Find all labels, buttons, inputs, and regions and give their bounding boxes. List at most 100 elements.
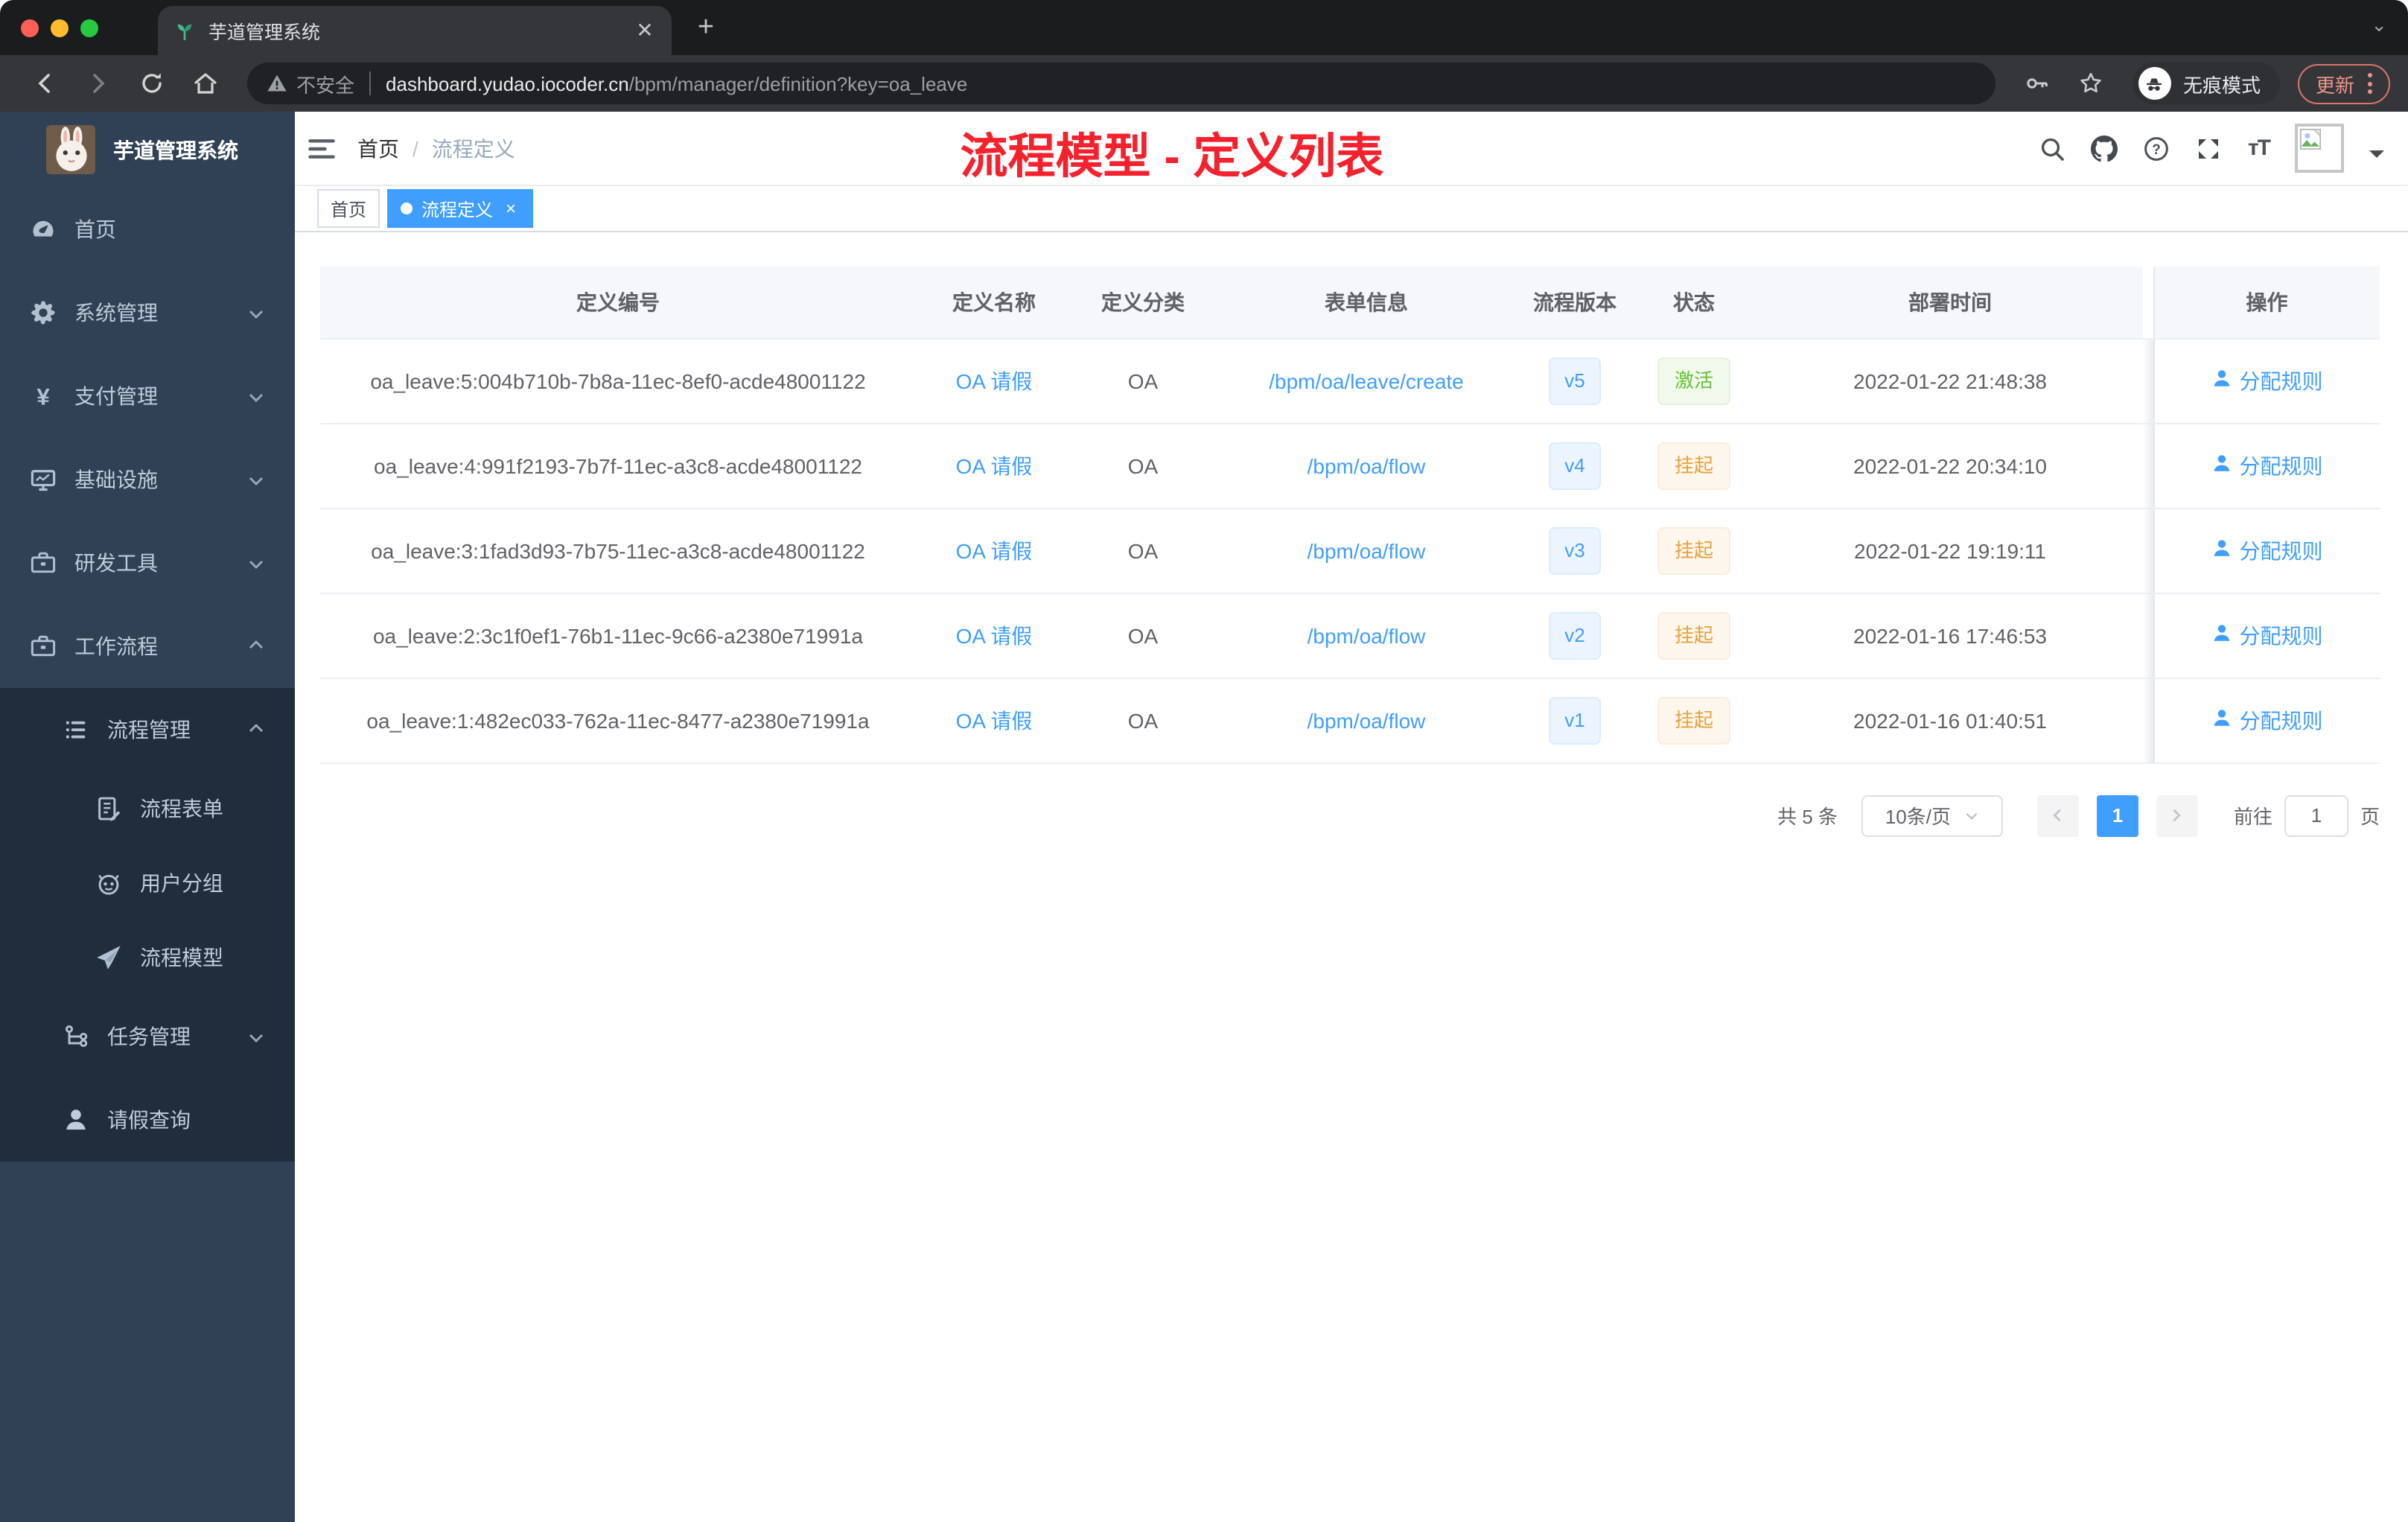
form-link[interactable]: /bpm/oa/flow (1307, 623, 1426, 647)
cell-version: v2 (1519, 593, 1631, 678)
briefcase-icon (30, 633, 57, 660)
sidebar-item-home[interactable]: 首页 (0, 188, 295, 271)
sidebar-item-workflow[interactable]: 工作流程 (0, 605, 295, 688)
definition-name-link[interactable]: OA 请假 (956, 708, 1033, 732)
security-label[interactable]: 不安全 (296, 69, 354, 98)
definition-name-link[interactable]: OA 请假 (956, 538, 1033, 562)
tag-home[interactable]: 首页 (317, 189, 380, 228)
tab-search-icon[interactable]: ⌄ (2371, 13, 2387, 37)
version-badge: v2 (1548, 611, 1602, 659)
browser-menu-icon[interactable] (2368, 73, 2372, 94)
github-icon[interactable] (2091, 135, 2118, 162)
font-size-icon[interactable]: ᴛT (2248, 136, 2271, 161)
version-badge: v4 (1548, 442, 1602, 489)
cell-definition-name: OA 请假 (916, 338, 1072, 424)
chevron-down-icon (247, 554, 265, 572)
cell-form-info: /bpm/oa/leave/create (1214, 338, 1519, 424)
cell-definition-id: oa_leave:1:482ec033-762a-11ec-8477-a2380… (320, 678, 916, 763)
cell-status: 激活 (1631, 338, 1757, 424)
status-badge: 挂起 (1657, 526, 1730, 574)
cell-definition-name: OA 请假 (916, 593, 1072, 678)
assign-rule-link[interactable]: 分配规则 (2211, 535, 2323, 565)
sidebar-item-label: 系统管理 (74, 301, 158, 325)
user-icon (2211, 453, 2232, 478)
chevron-down-icon (247, 1028, 265, 1045)
cell-form-info: /bpm/oa/flow (1214, 508, 1519, 593)
sidebar-item-system[interactable]: 系统管理 (0, 271, 295, 354)
sidebar-item-label: 用户分组 (140, 871, 223, 895)
sidebar-logo[interactable]: 芋道管理系统 (0, 112, 295, 188)
hamburger-icon[interactable] (307, 133, 337, 163)
sidebar-item-task-manage[interactable]: 任务管理 (0, 995, 295, 1078)
sidebar-item-process-model[interactable]: 流程模型 (0, 920, 295, 995)
avatar[interactable] (2295, 124, 2344, 173)
close-window-button[interactable] (21, 19, 39, 37)
breadcrumb-home[interactable]: 首页 (357, 133, 399, 163)
active-dot (401, 203, 413, 214)
url-bar[interactable]: 不安全 dashboard.yudao.iocoder.cn /bpm/mana… (247, 63, 1995, 104)
chevron-down-icon[interactable] (2369, 150, 2384, 165)
minimize-window-button[interactable] (51, 19, 69, 37)
browser-window: 芋道管理系统 ✕ + ⌄ 不安全 dashboard.yudao.iocoder… (0, 0, 2408, 1522)
new-tab-button[interactable]: + (689, 12, 722, 45)
update-button[interactable]: 更新 (2297, 63, 2390, 104)
assign-rule-link[interactable]: 分配规则 (2211, 620, 2323, 650)
monitor-icon (30, 466, 57, 493)
help-icon[interactable]: ? (2144, 135, 2170, 162)
sidebar-item-label: 基础设施 (74, 468, 158, 491)
home-icon[interactable] (192, 70, 219, 97)
form-icon (95, 795, 122, 822)
key-icon[interactable] (2024, 70, 2051, 97)
fullscreen-icon[interactable] (2196, 135, 2223, 162)
definition-name-link[interactable]: OA 请假 (956, 623, 1033, 647)
browser-tab[interactable]: 芋道管理系统 ✕ (158, 6, 672, 55)
reload-icon[interactable] (138, 70, 165, 97)
url-divider (369, 71, 372, 95)
definition-name-link[interactable]: OA 请假 (956, 453, 1033, 477)
forward-icon[interactable] (85, 70, 112, 97)
fixed-column-gutter (2143, 338, 2153, 424)
sidebar-item-infra[interactable]: 基础设施 (0, 438, 295, 521)
search-icon[interactable] (2039, 135, 2066, 162)
prev-page-button[interactable] (2036, 795, 2079, 836)
page-size-select[interactable]: 10条/页 (1861, 795, 2003, 836)
form-link[interactable]: /bpm/oa/flow (1307, 453, 1426, 477)
cell-version: v3 (1519, 508, 1631, 593)
form-link[interactable]: /bpm/oa/leave/create (1269, 369, 1464, 392)
user-icon (2211, 368, 2232, 393)
status-badge: 挂起 (1657, 696, 1730, 744)
sidebar-item-process-manage[interactable]: 流程管理 (0, 688, 295, 771)
sidebar-item-leave-query[interactable]: 请假查询 (0, 1078, 295, 1162)
goto-page-input[interactable] (2284, 795, 2348, 836)
page-content: 定义编号 定义名称 定义分类 表单信息 流程版本 状态 部署时间 操作 oa_leave:5:… (295, 232, 2408, 1522)
sidebar-menu: 首页系统管理 ¥ 支付管理基础设施研发工具 工作流程流程管理流程表单用户分组流程模型任… (0, 188, 295, 1162)
maximize-window-button[interactable] (80, 19, 98, 37)
navbar-actions: ? ᴛT (2039, 124, 2384, 173)
logo-avatar (46, 125, 95, 174)
cell-deploy-time: 2022-01-22 21:48:38 (1757, 338, 2143, 424)
column-header: 表单信息 (1214, 267, 1519, 339)
assign-rule-link[interactable]: 分配规则 (2211, 450, 2323, 480)
form-link[interactable]: /bpm/oa/flow (1307, 538, 1426, 562)
sidebar-item-user-group[interactable]: 用户分组 (0, 846, 295, 920)
dashboard-icon (30, 216, 57, 243)
svg-text:?: ? (2153, 141, 2162, 157)
tag-close-icon[interactable]: × (502, 198, 520, 219)
sidebar-item-payment[interactable]: ¥ 支付管理 (0, 354, 295, 438)
assign-rule-link[interactable]: 分配规则 (2211, 366, 2323, 395)
window-controls[interactable] (21, 19, 98, 37)
tab-close-icon[interactable]: ✕ (633, 18, 657, 42)
next-page-button[interactable] (2156, 795, 2198, 836)
sidebar-item-devtools[interactable]: 研发工具 (0, 521, 295, 605)
sidebar-item-label: 流程管理 (107, 718, 191, 742)
bookmark-star-icon[interactable] (2077, 70, 2104, 97)
back-icon[interactable] (31, 70, 58, 97)
sidebar: 芋道管理系统 首页系统管理 ¥ 支付管理基础设施研发工具 工作流程流程管理流程表单用户… (0, 112, 295, 1522)
form-link[interactable]: /bpm/oa/flow (1307, 708, 1426, 732)
page-number-1[interactable]: 1 (2096, 795, 2138, 836)
assign-rule-link[interactable]: 分配规则 (2211, 705, 2323, 735)
definition-name-link[interactable]: OA 请假 (956, 369, 1033, 392)
tag-process-definition[interactable]: 流程定义 × (387, 189, 534, 228)
toolbox-icon (30, 550, 57, 576)
sidebar-item-process-form[interactable]: 流程表单 (0, 771, 295, 846)
